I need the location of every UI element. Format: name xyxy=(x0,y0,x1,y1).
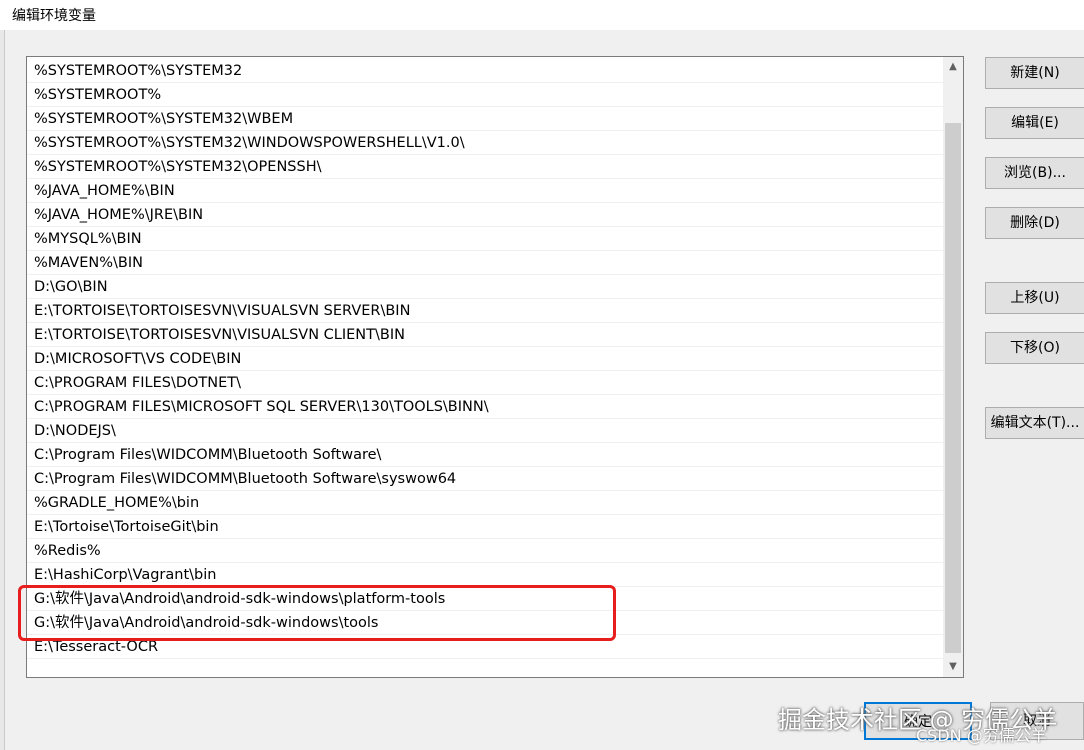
path-item[interactable]: %SYSTEMROOT%\SYSTEM32 xyxy=(27,59,943,83)
edit-text-button[interactable]: 编辑文本(T)... xyxy=(985,407,1084,439)
path-item[interactable]: E:\HashiCorp\Vagrant\bin xyxy=(27,563,943,587)
path-item[interactable]: G:\软件\Java\Android\android-sdk-windows\t… xyxy=(27,611,943,635)
path-item[interactable]: C:\PROGRAM FILES\MICROSOFT SQL SERVER\13… xyxy=(27,395,943,419)
path-item[interactable]: %SYSTEMROOT%\SYSTEM32\OPENSSH\ xyxy=(27,155,943,179)
path-item[interactable]: E:\Tortoise\TortoiseGit\bin xyxy=(27,515,943,539)
ok-button[interactable]: 确定 xyxy=(864,702,972,740)
path-item[interactable]: %Redis% xyxy=(27,539,943,563)
vertical-scrollbar[interactable]: ▲ ▼ xyxy=(943,57,963,677)
path-item[interactable]: E:\TORTOISE\TORTOISESVN\VISUALSVN CLIENT… xyxy=(27,323,943,347)
path-item[interactable]: %SYSTEMROOT%\SYSTEM32\WBEM xyxy=(27,107,943,131)
move-down-button[interactable]: 下移(O) xyxy=(985,332,1084,364)
path-item[interactable]: %SYSTEMROOT%\SYSTEM32\WINDOWSPOWERSHELL\… xyxy=(27,131,943,155)
window-title: 编辑环境变量 xyxy=(12,8,96,24)
path-item[interactable]: G:\软件\Java\Android\android-sdk-windows\p… xyxy=(27,587,943,611)
delete-button[interactable]: 删除(D) xyxy=(985,207,1084,239)
edit-button[interactable]: 编辑(E) xyxy=(985,107,1084,139)
path-list: %SYSTEMROOT%\SYSTEM32 %SYSTEMROOT% %SYSTEM… xyxy=(27,59,943,659)
scroll-thumb[interactable] xyxy=(945,123,961,653)
path-item[interactable]: %MYSQL%\BIN xyxy=(27,227,943,251)
path-item[interactable]: D:\NODEJS\ xyxy=(27,419,943,443)
scroll-up-icon[interactable]: ▲ xyxy=(943,57,963,77)
scroll-down-icon[interactable]: ▼ xyxy=(943,657,963,677)
path-item[interactable]: %JAVA_HOME%\JRE\BIN xyxy=(27,203,943,227)
path-item[interactable]: %GRADLE_HOME%\bin xyxy=(27,491,943,515)
path-item[interactable]: E:\TORTOISE\TORTOISESVN\VISUALSVN SERVER… xyxy=(27,299,943,323)
title-bar: 编辑环境变量 xyxy=(0,0,1084,30)
path-item[interactable]: %SYSTEMROOT% xyxy=(27,83,943,107)
path-item[interactable]: C:\PROGRAM FILES\DOTNET\ xyxy=(27,371,943,395)
new-button[interactable]: 新建(N) xyxy=(985,57,1084,89)
path-item[interactable]: D:\MICROSOFT\VS CODE\BIN xyxy=(27,347,943,371)
path-item[interactable]: %MAVEN%\BIN xyxy=(27,251,943,275)
cancel-button[interactable]: 取消 xyxy=(990,702,1084,740)
browse-button[interactable]: 浏览(B)... xyxy=(985,157,1084,189)
path-item[interactable]: D:\GO\BIN xyxy=(27,275,943,299)
path-item[interactable]: %JAVA_HOME%\BIN xyxy=(27,179,943,203)
path-item[interactable]: E:\Tesseract-OCR xyxy=(27,635,943,659)
path-item[interactable]: C:\Program Files\WIDCOMM\Bluetooth Softw… xyxy=(27,467,943,491)
move-up-button[interactable]: 上移(U) xyxy=(985,282,1084,314)
path-listbox[interactable]: %SYSTEMROOT%\SYSTEM32 %SYSTEMROOT% %SYSTEM… xyxy=(26,56,964,678)
path-item[interactable]: C:\Program Files\WIDCOMM\Bluetooth Softw… xyxy=(27,443,943,467)
